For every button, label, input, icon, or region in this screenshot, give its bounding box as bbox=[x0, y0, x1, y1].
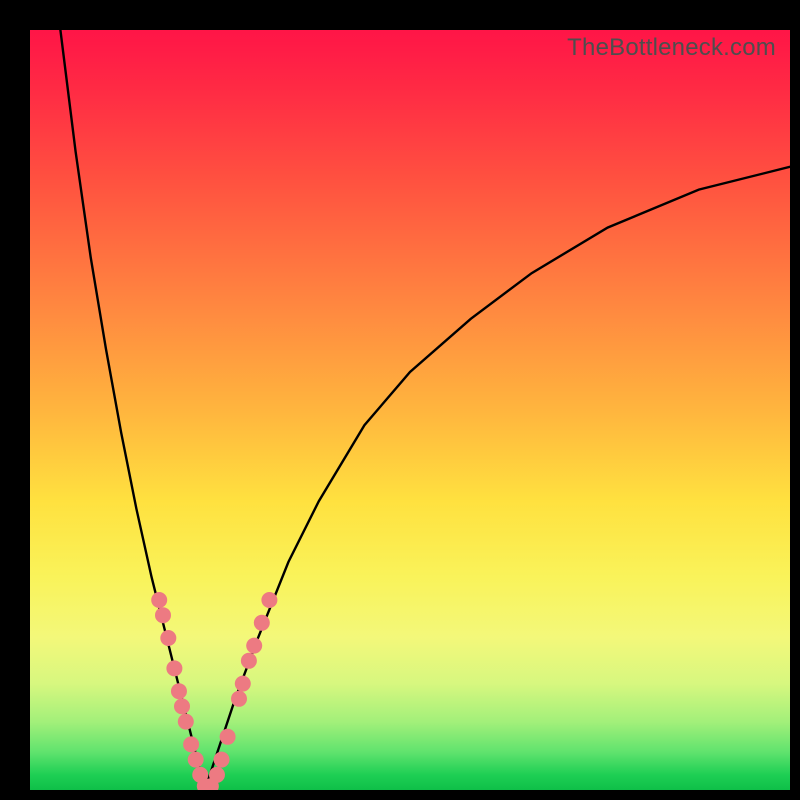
marker-dot bbox=[188, 752, 204, 768]
plot-area: TheBottleneck.com bbox=[30, 30, 790, 790]
marker-dot bbox=[151, 592, 167, 608]
marker-dot bbox=[235, 676, 251, 692]
marker-dot bbox=[231, 691, 247, 707]
marker-dot bbox=[246, 638, 262, 654]
marker-dot bbox=[214, 752, 230, 768]
marker-dot bbox=[171, 683, 187, 699]
marker-dot bbox=[209, 767, 225, 783]
marker-dot bbox=[261, 592, 277, 608]
chart-svg bbox=[30, 30, 790, 790]
marker-dot bbox=[254, 615, 270, 631]
marker-dot bbox=[174, 698, 190, 714]
marker-dot bbox=[160, 630, 176, 646]
marker-dot bbox=[166, 660, 182, 676]
curve-left-branch bbox=[60, 30, 204, 790]
marker-dot bbox=[220, 729, 236, 745]
marker-dot bbox=[183, 736, 199, 752]
marker-dot bbox=[155, 607, 171, 623]
curve-right-branch bbox=[205, 167, 790, 790]
marker-dot bbox=[178, 714, 194, 730]
chart-frame: TheBottleneck.com bbox=[0, 0, 800, 800]
marker-dot bbox=[241, 653, 257, 669]
